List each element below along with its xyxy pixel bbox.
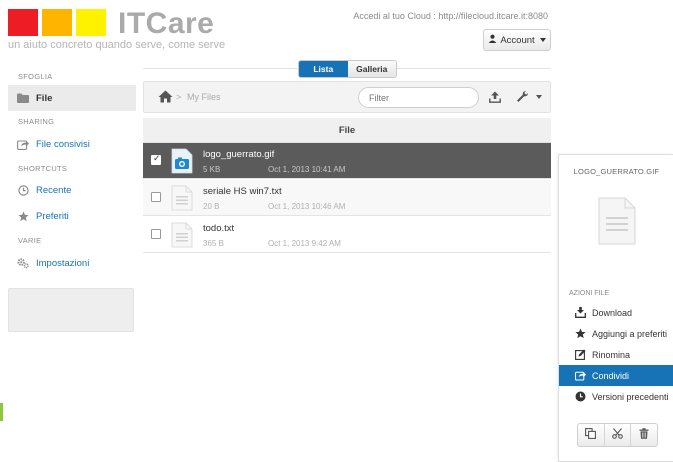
logo-text: ITCare xyxy=(118,7,215,40)
sidebar-section-title: VARIE xyxy=(18,236,42,245)
accent-marker xyxy=(0,403,3,421)
star-icon xyxy=(17,210,29,222)
sidebar-section-title: SHARING xyxy=(18,117,55,126)
view-list-button[interactable]: Lista xyxy=(299,61,348,77)
view-toggle: Lista Galleria xyxy=(298,60,397,78)
file-date: Oct 1, 2013 10:41 AM xyxy=(268,165,346,174)
share-icon xyxy=(17,138,29,150)
image-file-icon xyxy=(171,148,193,174)
action-label: Download xyxy=(592,307,633,318)
panel-section-title: AZIONI FILE xyxy=(569,290,610,297)
logo-yellow-square xyxy=(76,9,106,36)
rename-icon xyxy=(575,349,586,360)
action-label: Versioni precedenti xyxy=(592,391,669,402)
user-icon xyxy=(488,34,497,46)
row-checkbox[interactable]: ✓ xyxy=(151,153,161,165)
cut-button[interactable] xyxy=(605,424,632,446)
sidebar-item-settings[interactable]: Impostazioni xyxy=(8,250,136,276)
delete-button[interactable] xyxy=(631,424,657,446)
table-header: File xyxy=(143,118,551,143)
cloud-link[interactable]: Accedi al tuo Cloud : http://filecloud.i… xyxy=(353,11,548,21)
folder-icon xyxy=(17,92,29,104)
file-name[interactable]: seriale HS win7.txt xyxy=(203,186,282,197)
logo-red-square xyxy=(8,9,38,36)
file-name[interactable]: logo_guerrato.gif xyxy=(203,149,274,160)
row-checkbox[interactable] xyxy=(151,229,161,239)
row-checkbox[interactable] xyxy=(151,192,161,202)
chevron-down-icon[interactable] xyxy=(536,95,542,99)
home-icon[interactable] xyxy=(158,90,173,108)
chevron-down-icon xyxy=(539,38,546,42)
wrench-icon[interactable] xyxy=(516,90,529,108)
breadcrumb[interactable]: My Files xyxy=(187,92,221,102)
check-icon: ✓ xyxy=(153,153,161,163)
account-button[interactable]: Account xyxy=(483,29,551,51)
sidebar-item-label: Impostazioni xyxy=(36,257,90,269)
file-action-buttons xyxy=(577,423,658,447)
file-date: Oct 1, 2013 10:46 AM xyxy=(268,202,346,211)
history-icon xyxy=(575,391,586,402)
action-label: Condividi xyxy=(592,370,630,381)
sidebar-item-shared-files[interactable]: File consivisi xyxy=(8,131,136,157)
file-size: 5 KB xyxy=(203,165,221,174)
sidebar-item-label: File consivisi xyxy=(36,138,90,150)
action-add-favorite[interactable]: Aggiungi a preferiti xyxy=(559,323,673,344)
share-icon xyxy=(575,370,586,381)
document-icon xyxy=(598,197,636,245)
action-previous-versions[interactable]: Versioni precedenti xyxy=(559,386,673,407)
copy-button[interactable] xyxy=(578,424,605,446)
file-size: 365 B xyxy=(203,239,224,248)
sidebar-section-title: SHORTCUTS xyxy=(18,164,68,173)
trash-icon xyxy=(639,426,649,444)
action-share[interactable]: Condividi xyxy=(559,365,673,386)
file-date: Oct 1, 2013 9:42 AM xyxy=(268,239,341,248)
text-file-icon xyxy=(171,185,193,211)
sidebar-item-label: Recente xyxy=(36,184,72,196)
file-details-panel: LOGO_GUERRATO.GIF AZIONI FILE Download A… xyxy=(558,154,673,462)
gears-icon xyxy=(17,257,29,269)
action-download[interactable]: Download xyxy=(559,302,673,323)
sidebar-item-recent[interactable]: Recente xyxy=(8,177,136,203)
sidebar-item-file[interactable]: File xyxy=(8,85,136,111)
tagline: un aiuto concreto quando serve, come ser… xyxy=(8,39,226,51)
account-label: Account xyxy=(500,34,535,46)
file-size: 20 B xyxy=(203,202,220,211)
sidebar-item-label: Preferiti xyxy=(36,210,69,222)
star-icon xyxy=(575,328,586,339)
table-row[interactable]: seriale HS win7.txt 20 B Oct 1, 2013 10:… xyxy=(143,180,551,216)
view-gallery-button[interactable]: Galleria xyxy=(347,61,396,77)
cut-icon xyxy=(612,426,623,444)
logo-orange-square xyxy=(42,9,72,36)
sidebar-info-box xyxy=(8,288,134,332)
text-file-icon xyxy=(171,222,193,248)
action-rename[interactable]: Rinomina xyxy=(559,344,673,365)
sidebar-item-favorites[interactable]: Preferiti xyxy=(8,203,136,229)
copy-icon xyxy=(585,426,597,444)
upload-icon[interactable] xyxy=(489,90,501,108)
table-row[interactable]: ✓ logo_guerrato.gif 5 KB Oct 1, 2013 10:… xyxy=(143,143,551,179)
sidebar-item-label: File xyxy=(36,92,53,104)
file-name[interactable]: todo.txt xyxy=(203,223,234,234)
clock-icon xyxy=(17,184,29,196)
action-label: Aggiungi a preferiti xyxy=(592,328,668,339)
table-row[interactable]: todo.txt 365 B Oct 1, 2013 9:42 AM xyxy=(143,217,551,253)
sidebar-section-title: SFOGLIA xyxy=(18,72,53,81)
download-icon xyxy=(575,307,586,318)
filter-input[interactable] xyxy=(358,87,479,108)
panel-title: LOGO_GUERRATO.GIF xyxy=(573,167,660,176)
toolbar: > My Files xyxy=(143,81,551,113)
breadcrumb-separator: > xyxy=(176,92,182,102)
action-label: Rinomina xyxy=(592,349,631,360)
